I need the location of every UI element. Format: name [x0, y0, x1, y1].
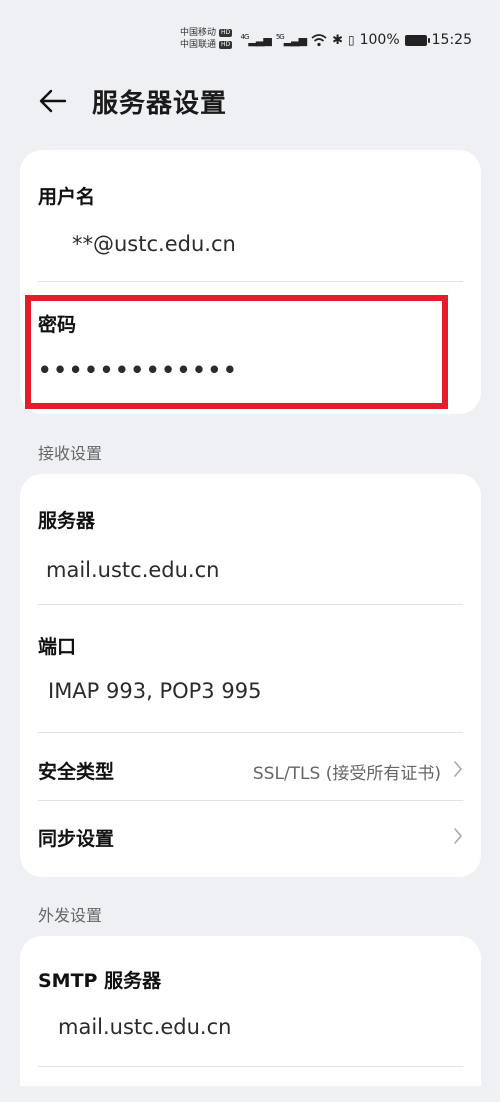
port-label: 端口 [38, 636, 77, 658]
highlight-box [25, 295, 448, 409]
clock: 15:25 [431, 32, 472, 48]
server-field[interactable]: mail.ustc.edu.cn [46, 558, 463, 582]
security-type-value[interactable]: SSL/TLS (接受所有证书) [253, 759, 441, 784]
hd-icon: HD [219, 41, 233, 49]
username-label: 用户名 [38, 186, 96, 208]
chevron-right-icon[interactable] [453, 760, 463, 778]
status-icons: 4G▂▃▅ 5G▂▃▅ ✱ ▯ 100% 15:25 [241, 32, 472, 48]
port-field[interactable]: IMAP 993, POP3 995 [48, 679, 463, 703]
carrier-info: 中国移动 HD 中国联通 HD [180, 27, 233, 51]
battery-percent: 100% [359, 32, 400, 48]
sync-settings-label[interactable]: 同步设置 [38, 824, 463, 851]
chevron-right-icon[interactable] [453, 827, 463, 845]
divider [38, 800, 463, 801]
vibrate-icon: ▯ [348, 33, 355, 47]
server-label: 服务器 [38, 510, 96, 532]
carrier-2: 中国联通 [180, 40, 217, 50]
divider [38, 604, 463, 605]
incoming-section-label: 接收设置 [38, 444, 103, 463]
carrier-1: 中国移动 [180, 28, 217, 38]
divider [38, 732, 463, 733]
outgoing-card: SMTP 服务器 mail.ustc.edu.cn [20, 936, 481, 1086]
battery-icon [404, 34, 430, 46]
smtp-server-field[interactable]: mail.ustc.edu.cn [58, 1015, 463, 1039]
status-bar: 中国移动 HD 中国联通 HD 4G▂▃▅ 5G▂▃▅ ✱ ▯ 100% 15:… [0, 0, 500, 80]
incoming-card: 服务器 mail.ustc.edu.cn 端口 IMAP 993, POP3 9… [20, 474, 481, 877]
outgoing-section-label: 外发设置 [38, 906, 103, 925]
back-arrow-icon[interactable] [38, 86, 68, 116]
hd-icon: HD [219, 29, 233, 37]
smtp-server-label: SMTP 服务器 [38, 970, 162, 992]
username-field[interactable]: **@ustc.edu.cn [72, 232, 463, 256]
wifi-icon [311, 34, 327, 47]
page-title: 服务器设置 [92, 89, 228, 119]
signal-icon: 4G▂▃▅ [240, 33, 272, 47]
header: 服务器设置 [0, 80, 500, 125]
signal-icon: 5G▂▃▅ [275, 33, 307, 47]
bluetooth-icon: ✱ [332, 32, 343, 48]
divider [38, 1066, 463, 1067]
divider [38, 281, 463, 282]
